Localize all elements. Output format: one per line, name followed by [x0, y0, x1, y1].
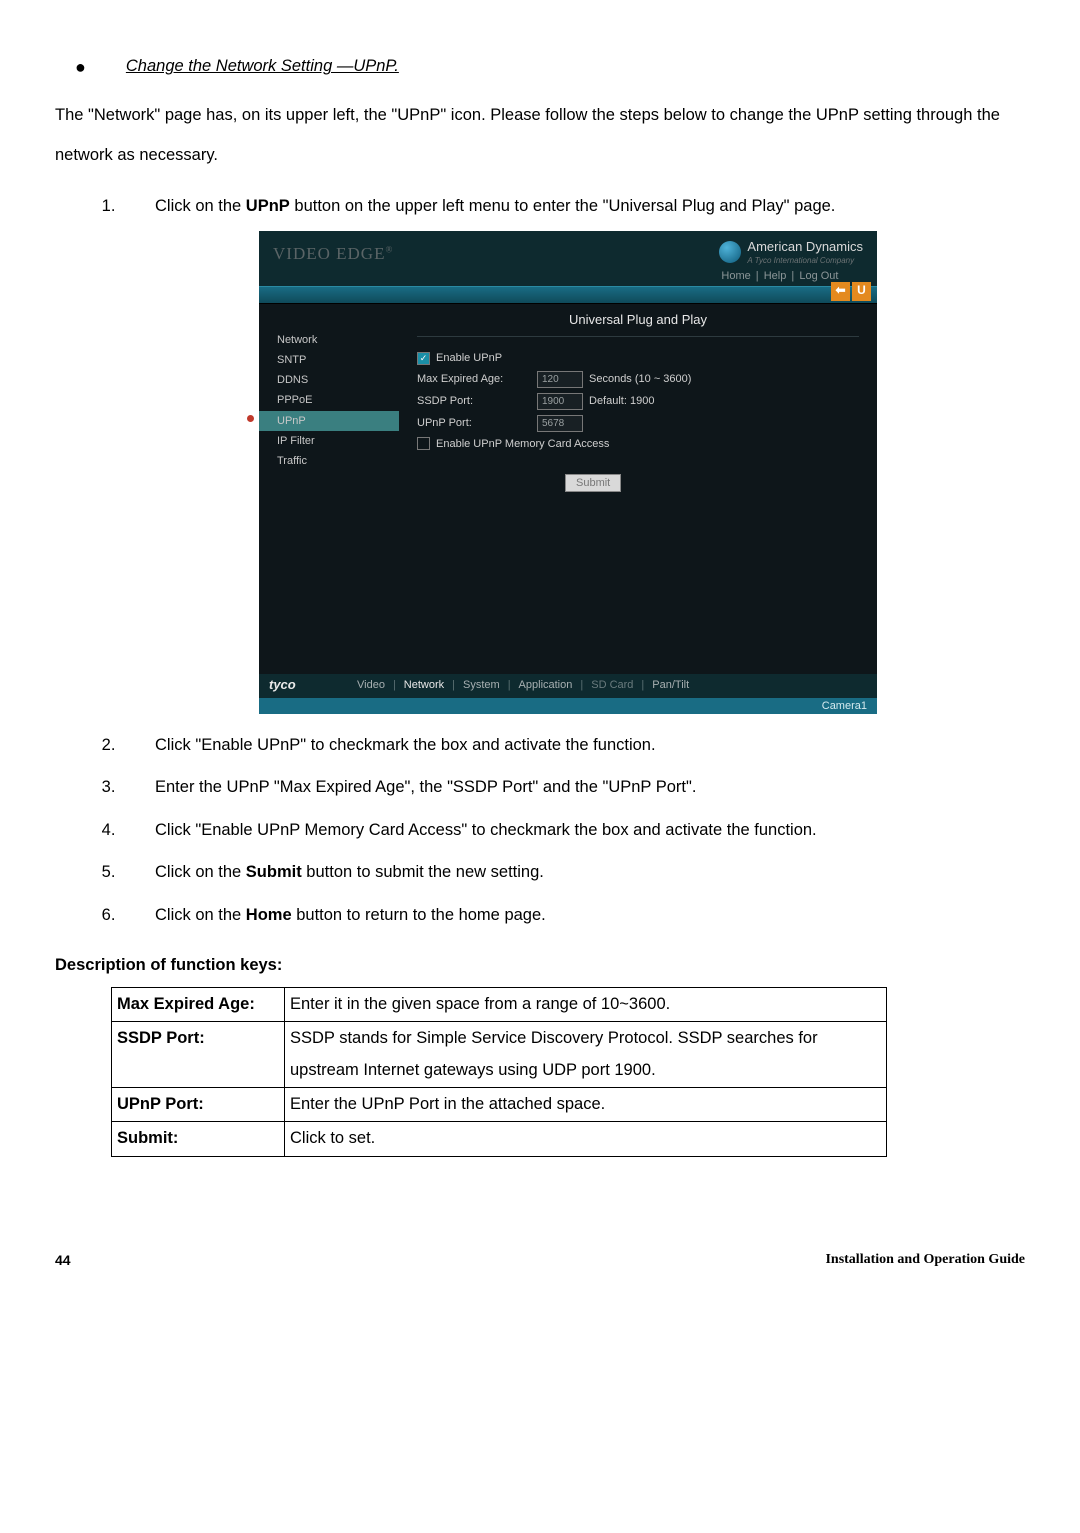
- sidebar-item-ipfilter[interactable]: IP Filter: [259, 431, 399, 451]
- screenshot-header: VIDEO EDGE® American Dynamics A Tyco Int…: [259, 231, 877, 286]
- sidebar-item-network[interactable]: Network: [259, 330, 399, 350]
- tab-application[interactable]: Application: [511, 678, 581, 692]
- max-age-hint: Seconds (10 ~ 3600): [589, 372, 691, 386]
- camera-label: Camera1: [259, 698, 877, 714]
- enable-mem-row: Enable UPnP Memory Card Access: [417, 437, 859, 451]
- step-6: Click on the Home button to return to th…: [120, 896, 1025, 936]
- ssdp-port-input[interactable]: 1900: [537, 393, 583, 410]
- page-number: 44: [55, 1247, 71, 1274]
- sidebar-item-pppoe[interactable]: PPPoE: [259, 390, 399, 410]
- sidebar: Network SNTP DDNS PPPoE UPnP IP Filter T…: [259, 304, 399, 674]
- sidebar-item-traffic[interactable]: Traffic: [259, 451, 399, 471]
- ssdp-port-label: SSDP Port:: [417, 394, 537, 408]
- upnp-screenshot: VIDEO EDGE® American Dynamics A Tyco Int…: [259, 231, 877, 714]
- max-age-input[interactable]: 120: [537, 371, 583, 388]
- desc-key: Max Expired Age:: [112, 987, 285, 1021]
- description-table: Max Expired Age: Enter it in the given s…: [111, 987, 887, 1157]
- enable-upnp-label: Enable UPnP: [436, 351, 502, 365]
- enable-upnp-row: ✓ Enable UPnP: [417, 351, 859, 365]
- help-link[interactable]: Help: [764, 270, 787, 282]
- sidebar-item-ddns[interactable]: DDNS: [259, 370, 399, 390]
- enable-mem-label: Enable UPnP Memory Card Access: [436, 437, 609, 451]
- globe-icon: [719, 241, 741, 263]
- screenshot-footer: tyco Video| Network| System| Application…: [259, 674, 877, 714]
- step-4: Click "Enable UPnP Memory Card Access" t…: [120, 811, 1025, 851]
- tab-network[interactable]: Network: [396, 678, 452, 692]
- section-heading-row: ● Change the Network Setting —UPnP.: [55, 50, 1025, 84]
- home-link[interactable]: Home: [721, 270, 750, 282]
- tyco-logo: tyco: [269, 677, 349, 694]
- step-2: Click "Enable UPnP" to checkmark the box…: [120, 726, 1025, 766]
- desc-val: SSDP stands for Simple Service Discovery…: [285, 1022, 887, 1088]
- videoedge-logo: VIDEO EDGE®: [273, 243, 393, 265]
- back-arrow-button[interactable]: ⬅: [831, 282, 850, 301]
- desc-val: Enter the UPnP Port in the attached spac…: [285, 1087, 887, 1121]
- desc-key: Submit:: [112, 1122, 285, 1156]
- tab-sdcard[interactable]: SD Card: [583, 678, 641, 692]
- tab-video[interactable]: Video: [349, 678, 393, 692]
- enable-mem-checkbox[interactable]: [417, 437, 430, 450]
- sidebar-item-sntp[interactable]: SNTP: [259, 350, 399, 370]
- main-panel: Universal Plug and Play ✓ Enable UPnP Ma…: [399, 304, 877, 674]
- header-divider: [259, 286, 877, 304]
- table-row: UPnP Port: Enter the UPnP Port in the at…: [112, 1087, 887, 1121]
- tab-pantilt[interactable]: Pan/Tilt: [644, 678, 697, 692]
- intro-paragraph: The "Network" page has, on its upper lef…: [55, 96, 1025, 175]
- guide-title: Installation and Operation Guide: [825, 1247, 1025, 1274]
- u-button[interactable]: U: [852, 282, 871, 301]
- upnp-port-input[interactable]: 5678: [537, 415, 583, 432]
- desc-val: Click to set.: [285, 1122, 887, 1156]
- brand-subtitle: A Tyco International Company: [747, 256, 863, 266]
- desc-key: SSDP Port:: [112, 1022, 285, 1088]
- table-row: Submit: Click to set.: [112, 1122, 887, 1156]
- description-heading: Description of function keys:: [55, 950, 1025, 981]
- page-footer: 44 Installation and Operation Guide: [55, 1247, 1025, 1274]
- brand-name: American Dynamics: [747, 239, 863, 256]
- submit-button[interactable]: Submit: [565, 474, 621, 492]
- desc-key: UPnP Port:: [112, 1087, 285, 1121]
- bullet-icon: ●: [75, 50, 86, 84]
- upnp-port-label: UPnP Port:: [417, 416, 537, 430]
- table-row: SSDP Port: SSDP stands for Simple Servic…: [112, 1022, 887, 1088]
- desc-val: Enter it in the given space from a range…: [285, 987, 887, 1021]
- step-3: Enter the UPnP "Max Expired Age", the "S…: [120, 768, 1025, 808]
- ssdp-port-hint: Default: 1900: [589, 394, 654, 408]
- max-age-label: Max Expired Age:: [417, 372, 537, 386]
- panel-title: Universal Plug and Play: [417, 304, 859, 338]
- enable-upnp-checkbox[interactable]: ✓: [417, 352, 430, 365]
- table-row: Max Expired Age: Enter it in the given s…: [112, 987, 887, 1021]
- brand-block: American Dynamics A Tyco International C…: [719, 239, 863, 284]
- step-1: Click on the UPnP button on the upper le…: [120, 187, 1025, 713]
- logout-link[interactable]: Log Out: [799, 270, 838, 282]
- section-heading: Change the Network Setting —UPnP.: [126, 51, 399, 82]
- sidebar-item-upnp[interactable]: UPnP: [259, 411, 399, 431]
- active-dot-icon: [247, 415, 254, 422]
- step-5: Click on the Submit button to submit the…: [120, 853, 1025, 893]
- tab-system[interactable]: System: [455, 678, 508, 692]
